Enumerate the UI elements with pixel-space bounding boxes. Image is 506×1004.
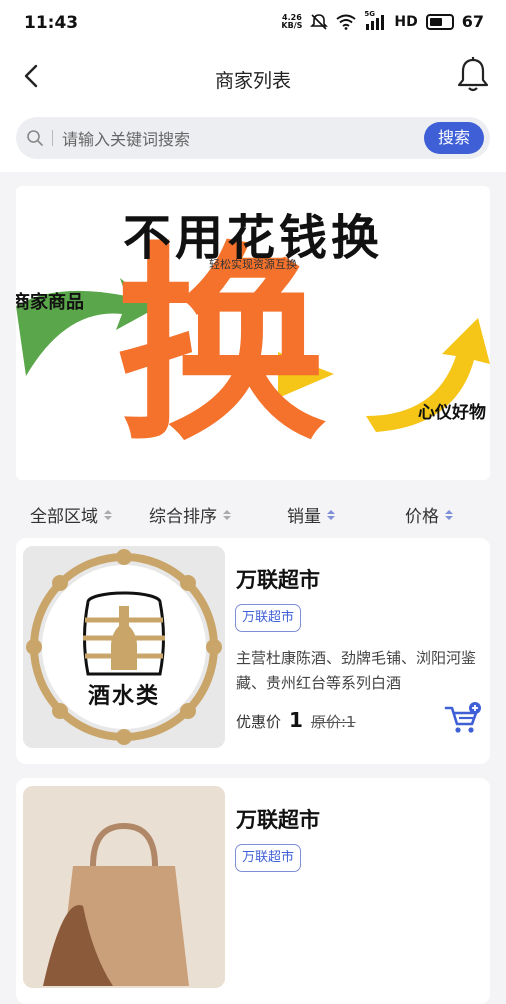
- status-icons: 4.26 KB/S 5G HD 67: [281, 10, 484, 32]
- signal-icon: 5G: [364, 10, 386, 30]
- wifi-icon: [336, 14, 357, 30]
- add-to-cart-icon[interactable]: [444, 702, 482, 736]
- sort-arrows-icon: [445, 509, 453, 520]
- search-icon: [27, 130, 43, 146]
- store-name: 万联超市: [236, 568, 320, 592]
- promo-banner[interactable]: 换 不用花钱换 轻松实现资源互换 商家商品 心仪好物: [16, 186, 490, 480]
- store-price: 优惠价 1 原价:1: [236, 708, 356, 732]
- filter-sort-label: 综合排序: [149, 507, 217, 527]
- filter-sales[interactable]: 销量: [287, 502, 335, 527]
- sort-arrows-icon: [223, 509, 231, 520]
- store-description: 主营杜康陈酒、劲牌毛铺、浏阳河鉴藏、贵州红台等系列白酒: [236, 649, 477, 692]
- wine-barrel-icon: [23, 546, 225, 748]
- store-image: 酒水类: [23, 546, 225, 748]
- store-tag: 万联超市: [235, 604, 302, 632]
- filter-sales-label: 销量: [287, 507, 321, 527]
- handbag-icon: [23, 786, 225, 988]
- hd-indicator: HD: [394, 13, 418, 30]
- search-button[interactable]: 搜索: [424, 122, 484, 154]
- filter-region-label: 全部区域: [30, 507, 98, 527]
- sort-arrows-icon: [327, 509, 335, 520]
- banner-big-char: 换: [116, 224, 327, 469]
- battery-icon: [425, 13, 454, 30]
- store-name: 万联超市: [236, 808, 320, 832]
- filter-price[interactable]: 价格: [405, 502, 453, 527]
- status-bar: 11:43 4.26 KB/S 5G HD 67: [0, 0, 506, 46]
- filter-region[interactable]: 全部区域: [30, 502, 112, 527]
- mute-icon: [310, 13, 329, 30]
- search-bar: 搜索: [16, 117, 490, 159]
- sort-arrows-icon: [104, 509, 112, 520]
- banner-right-label: 心仪好物: [418, 403, 486, 423]
- banner-left-label: 商家商品: [16, 292, 84, 313]
- page-title: 商家列表: [214, 70, 291, 92]
- store-image: [23, 786, 225, 988]
- store-image-caption: 酒水类: [87, 684, 160, 709]
- search-section: 搜索: [0, 108, 506, 172]
- status-time: 11:43: [24, 13, 79, 33]
- store-tag: 万联超市: [235, 844, 302, 872]
- price-label: 优惠价: [236, 713, 282, 731]
- store-card[interactable]: 酒水类 万联超市 万联超市 主营杜康陈酒、劲牌毛铺、浏阳河鉴藏、贵州红台等系列白…: [16, 538, 490, 764]
- filter-sort[interactable]: 综合排序: [149, 502, 231, 527]
- price-value: 1: [289, 708, 303, 732]
- search-divider: [52, 130, 53, 146]
- network-speed-unit: KB/S: [281, 20, 303, 30]
- store-card[interactable]: 万联超市 万联超市: [16, 778, 490, 1004]
- banner-subtitle: 轻松实现资源互换: [209, 258, 297, 271]
- bell-icon[interactable]: [456, 56, 490, 94]
- filter-bar: 全部区域 综合排序 销量 价格: [0, 494, 506, 532]
- nav-bar: 商家列表: [0, 46, 506, 108]
- network-speed: 4.26 KB/S: [281, 13, 303, 30]
- search-input[interactable]: [60, 123, 384, 155]
- filter-price-label: 价格: [405, 507, 439, 527]
- battery-level: 67: [461, 12, 484, 31]
- original-price: 原价:1: [310, 713, 356, 731]
